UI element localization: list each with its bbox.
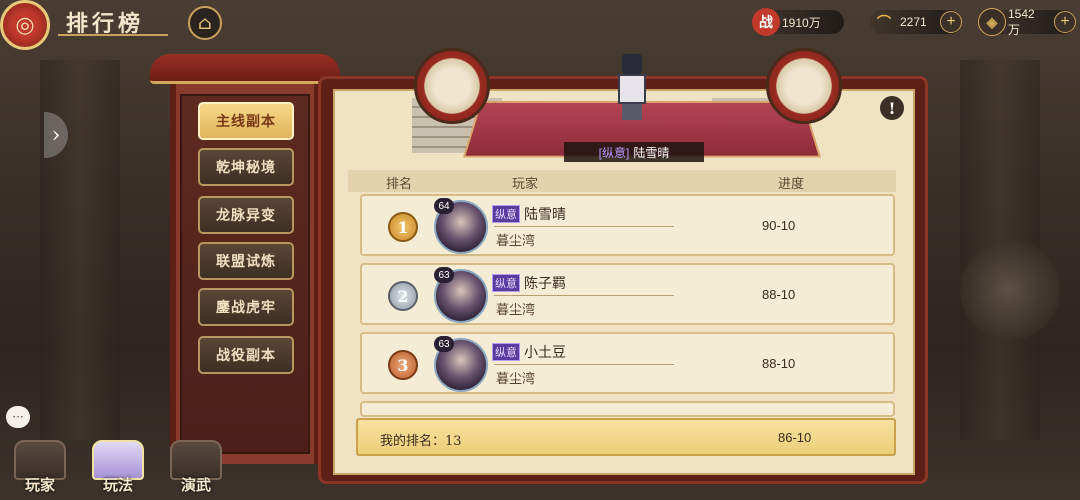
champion-stage: [纵意] 陆雪晴 — [412, 48, 872, 162]
rank-badge-bronze-icon: 3 — [388, 350, 418, 380]
swirl-emblem-icon[interactable]: ◎ — [0, 0, 50, 50]
player-level: 63 — [434, 336, 454, 352]
background-lantern — [960, 240, 1060, 340]
table-header: 排名 玩家 进度 — [348, 170, 896, 192]
table-row[interactable]: 1 64 纵意 陆雪晴 暮尘湾 90-10 — [360, 194, 895, 256]
menu-item-dragon-vein[interactable]: 龙脉异变 — [198, 196, 294, 234]
row-divider — [494, 226, 674, 227]
header-rank: 排名 — [386, 177, 413, 192]
my-rank-bar: 我的排名：13 86-10 — [356, 418, 896, 456]
combat-power-value: 1910万 — [782, 15, 821, 30]
champion-tag: [纵意] — [598, 145, 630, 160]
player-server: 暮尘湾 — [496, 372, 536, 387]
drum-left-icon — [414, 48, 490, 124]
combat-power-icon: 战 — [752, 8, 780, 36]
nav-label: 玩法 — [102, 476, 133, 494]
player-progress: 88-10 — [762, 356, 796, 371]
gold-ingot-value: 2271 — [900, 15, 927, 29]
drum-right-icon — [766, 48, 842, 124]
champion-legs — [622, 104, 642, 120]
coin-icon: ◈ — [978, 8, 1006, 36]
my-rank-label: 我的排名：13 — [380, 434, 462, 449]
player-level: 64 — [434, 198, 454, 214]
champion-name: 陆雪晴 — [633, 145, 670, 160]
add-coin-button[interactable]: + — [1054, 11, 1076, 33]
player-name-line: 纵意 陈子羁 — [492, 273, 566, 293]
champion-sprite[interactable] — [608, 50, 656, 122]
champion-body — [618, 74, 646, 104]
gold-ingot-icon: ⌒ — [877, 14, 891, 30]
champion-nameplate: [纵意] 陆雪晴 — [564, 142, 704, 162]
cabinet-roof — [150, 54, 340, 84]
player-name: 陈子羁 — [524, 276, 566, 292]
champion-head — [622, 54, 642, 74]
combat-power-display: 战 1910万 — [752, 8, 844, 36]
player-tag: 纵意 — [492, 343, 520, 361]
menu-item-campaign-dungeon[interactable]: 战役副本 — [198, 336, 294, 374]
player-server: 暮尘湾 — [496, 234, 536, 249]
player-name: 小土豆 — [524, 345, 566, 361]
header-player: 玩家 — [512, 177, 539, 192]
player-progress: 90-10 — [762, 218, 796, 233]
player-tag: 纵意 — [492, 274, 520, 292]
menu-item-alliance-trial[interactable]: 联盟试炼 — [198, 242, 294, 280]
player-name-line: 纵意 小土豆 — [492, 342, 566, 362]
rank-badge-silver-icon: 2 — [388, 281, 418, 311]
header-progress: 进度 — [778, 177, 805, 192]
menu-item-qiankun-realm[interactable]: 乾坤秘境 — [198, 148, 294, 186]
table-row[interactable]: 3 63 纵意 小土豆 暮尘湾 88-10 — [360, 332, 895, 394]
menu-item-main-dungeon[interactable]: 主线副本 — [198, 102, 294, 140]
nav-players[interactable]: 玩家 — [8, 440, 72, 500]
table-row[interactable]: 2 63 纵意 陈子羁 暮尘湾 88-10 — [360, 263, 895, 325]
chat-bubble-icon[interactable]: ··· — [6, 406, 30, 428]
table-row-partial[interactable] — [360, 401, 895, 417]
player-name: 陆雪晴 — [524, 207, 566, 223]
row-divider — [494, 295, 674, 296]
row-divider — [494, 364, 674, 365]
menu-item-hulao-battle[interactable]: 鏖战虎牢 — [198, 288, 294, 326]
info-icon[interactable]: ! — [880, 96, 904, 120]
player-level: 63 — [434, 267, 454, 283]
home-icon[interactable]: ⌂ — [188, 6, 222, 40]
my-rank-progress: 86-10 — [778, 430, 812, 445]
nav-martial[interactable]: 演武 — [164, 440, 228, 500]
add-gold-button[interactable]: + — [940, 11, 962, 33]
gold-ingot-display: ⌒ 2271 + — [870, 10, 962, 34]
nav-gameplay[interactable]: 玩法 — [86, 440, 150, 500]
player-name-line: 纵意 陆雪晴 — [492, 204, 566, 224]
title-underline — [58, 34, 168, 36]
coin-value: 1542万 — [1008, 6, 1035, 37]
rank-badge-gold-icon: 1 — [388, 212, 418, 242]
player-server: 暮尘湾 — [496, 303, 536, 318]
player-progress: 88-10 — [762, 287, 796, 302]
top-bar: ◎ 排行榜 ⌂ 战 1910万 ⌒ 2271 + ◈ 1542万 + — [0, 0, 1080, 50]
nav-label: 玩家 — [24, 476, 55, 494]
category-cabinet: 主线副本 乾坤秘境 龙脉异变 联盟试炼 鏖战虎牢 战役副本 — [150, 54, 340, 466]
coin-display: ◈ 1542万 + — [978, 7, 1076, 37]
nav-label: 演武 — [180, 476, 211, 494]
player-tag: 纵意 — [492, 205, 520, 223]
